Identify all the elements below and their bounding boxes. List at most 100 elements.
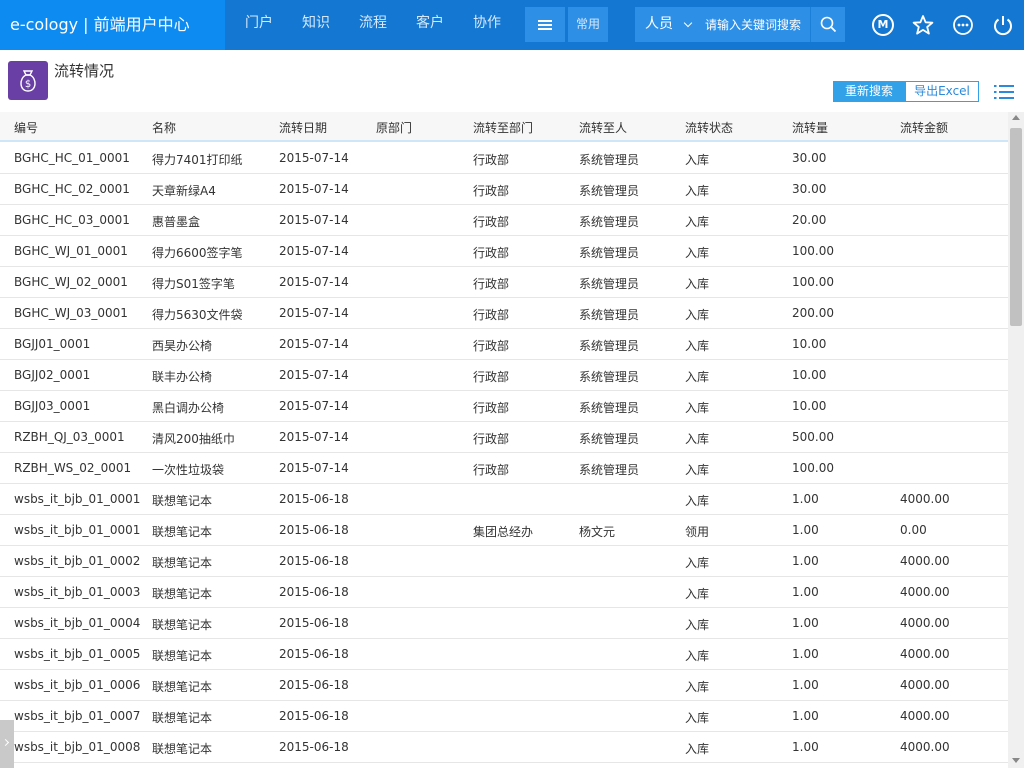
chevron-right-icon [1,738,10,747]
table-row[interactable]: BGJJ02_0001 联丰办公椅 2015-07-14 行政部 系统管理员 入库 10.0… [0,360,1008,391]
table-row[interactable]: BGHC_WJ_02_0001 得力S01签字笔 2015-07-14 行政部 系统管理… [0,267,1008,298]
cell-date: 2015-06-18 [279,709,349,723]
brand-title[interactable]: e-cology | 前端用户中心 [0,0,225,50]
menu-button[interactable] [525,7,565,42]
scroll-down-icon[interactable] [1012,758,1020,763]
cell-amount: 4000.00 [900,678,950,692]
cell-date: 2015-06-18 [279,740,349,754]
cell-date: 2015-06-18 [279,554,349,568]
cell-name: 联想笔记本 [152,742,213,756]
table-row[interactable]: wsbs_it_bjb_01_0001 联想笔记本 2015-06-18 集团总经办 杨… [0,515,1008,546]
hamburger-icon [538,19,552,30]
header-col-orig-dept[interactable]: 原部门 [376,119,412,136]
table-row[interactable]: BGHC_HC_03_0001 惠普墨盒 2015-07-14 行政部 系统管理员 入库 2… [0,205,1008,236]
table-row[interactable]: RZBH_WS_02_0001 一次性垃圾袋 2015-07-14 行政部 系统管理员 入… [0,453,1008,484]
table-row[interactable]: wsbs_it_bjb_01_0002 联想笔记本 2015-06-18 入库 1.00… [0,546,1008,577]
power-icon[interactable] [992,14,1014,36]
table-row[interactable]: BGJJ03_0001 黑白调办公椅 2015-07-14 行政部 系统管理员 入库 10.… [0,391,1008,422]
list-view-icon[interactable] [994,84,1014,100]
cell-name: 联想笔记本 [152,711,213,725]
cell-name: 得力5630文件袋 [152,308,243,322]
search-type-select[interactable]: 人员 [635,7,697,42]
cell-status: 入库 [685,215,710,229]
cell-qty: 1.00 [792,647,819,661]
cell-name: 西昊办公椅 [152,339,213,353]
table-row[interactable]: BGHC_WJ_03_0001 得力5630文件袋 2015-07-14 行政部 系统管… [0,298,1008,329]
table-row[interactable]: wsbs_it_bjb_01_0003 联想笔记本 2015-06-18 入库 1.00… [0,577,1008,608]
star-icon[interactable] [912,14,934,36]
cell-status: 领用 [685,525,710,539]
nav-item-customer[interactable]: 客户 [416,0,473,50]
cell-amount: 4000.00 [900,616,950,630]
cell-amount: 4000.00 [900,709,950,723]
chevron-down-icon [683,18,693,28]
cell-status: 入库 [685,618,710,632]
table-row[interactable]: RZBH_QJ_03_0001 清风200抽纸巾 2015-07-14 行政部 系统管理… [0,422,1008,453]
scroll-up-icon[interactable] [1012,115,1020,120]
scrollbar-thumb[interactable] [1010,128,1022,326]
header-col-to-dept[interactable]: 流转至部门 [473,119,533,136]
common-button[interactable]: 常用 [568,7,608,42]
cell-status: 入库 [685,463,710,477]
table-row[interactable]: wsbs_it_bjb_01_0006 联想笔记本 2015-06-18 入库 1.00… [0,670,1008,701]
side-panel-toggle[interactable] [0,720,14,768]
search-box: 人员 [635,7,845,42]
cell-qty: 500.00 [792,430,834,444]
table-row[interactable]: wsbs_it_bjb_01_0005 联想笔记本 2015-06-18 入库 1.00… [0,639,1008,670]
search-button[interactable] [810,7,845,42]
table-row[interactable]: BGHC_WJ_01_0001 得力6600签字笔 2015-07-14 行政部 系统管… [0,236,1008,267]
cell-name: 惠普墨盒 [152,215,201,229]
cell-status: 入库 [685,153,710,167]
nav-item-portal[interactable]: 门户 [245,0,302,50]
header-col-status[interactable]: 流转状态 [685,119,733,136]
cell-to-person: 杨文元 [579,525,616,539]
export-excel-button[interactable]: 导出Excel [905,81,979,102]
cell-to-person: 系统管理员 [579,184,640,198]
cell-qty: 30.00 [792,151,827,165]
more-icon[interactable] [952,14,974,36]
table-row[interactable]: wsbs_it_bjb_01_0004 联想笔记本 2015-06-18 入库 1.00… [0,608,1008,639]
nav-item-knowledge[interactable]: 知识 [302,0,359,50]
header-col-name[interactable]: 名称 [152,119,176,136]
cell-to-person: 系统管理员 [579,277,640,291]
header-col-id[interactable]: 编号 [14,119,38,136]
table-row[interactable]: BGJJ01_0001 西昊办公椅 2015-07-14 行政部 系统管理员 入库 10.0… [0,329,1008,360]
cell-name: 得力S01签字笔 [152,277,235,291]
cell-to-person: 系统管理员 [579,370,640,384]
cell-amount: 4000.00 [900,647,950,661]
cell-id: wsbs_it_bjb_01_0002 [14,554,141,568]
cell-qty: 1.00 [792,492,819,506]
header-col-qty[interactable]: 流转量 [792,119,828,136]
user-avatar-icon[interactable]: M [872,14,894,36]
nav-item-collaboration[interactable]: 协作 [473,0,530,50]
header-col-date[interactable]: 流转日期 [279,119,327,136]
header-col-to-person[interactable]: 流转至人 [579,119,627,136]
cell-id: BGJJ02_0001 [14,368,91,382]
cell-status: 入库 [685,339,710,353]
table-row[interactable]: wsbs_it_bjb_01_0007 联想笔记本 2015-06-18 入库 1.00… [0,701,1008,732]
header-col-amount[interactable]: 流转金额 [900,119,948,136]
cell-to-dept: 行政部 [473,308,510,322]
table-row[interactable]: BGHC_HC_01_0001 得力7401打印纸 2015-07-14 行政部 系统管… [0,143,1008,174]
cell-date: 2015-06-18 [279,585,349,599]
cell-date: 2015-07-14 [279,182,349,196]
nav-item-workflow[interactable]: 流程 [359,0,416,50]
cell-date: 2015-07-14 [279,399,349,413]
cell-name: 联想笔记本 [152,494,213,508]
vertical-scrollbar[interactable] [1008,112,1024,768]
cell-qty: 20.00 [792,213,827,227]
cell-id: wsbs_it_bjb_01_0006 [14,678,141,692]
cell-amount: 4000.00 [900,492,950,506]
search-type-label: 人员 [645,16,673,32]
table-row[interactable]: wsbs_it_bjb_01_0008 联想笔记本 2015-06-18 入库 1.00… [0,732,1008,763]
cell-qty: 100.00 [792,244,834,258]
table-row[interactable]: BGHC_HC_02_0001 天章新绿A4 2015-07-14 行政部 系统管理员 入… [0,174,1008,205]
circulation-table: 编号 名称 流转日期 原部门 流转至部门 流转至人 流转状态 流转量 流转金额 BGHC_HC_… [0,112,1008,768]
table-row[interactable]: wsbs_it_bjb_01_0001 联想笔记本 2015-06-18 入库 1.00… [0,484,1008,515]
search-input[interactable] [697,7,807,42]
cell-amount: 4000.00 [900,585,950,599]
cell-name: 天章新绿A4 [152,184,216,198]
cell-id: RZBH_QJ_03_0001 [14,430,125,444]
cell-date: 2015-07-14 [279,151,349,165]
research-button[interactable]: 重新搜索 [833,81,905,102]
